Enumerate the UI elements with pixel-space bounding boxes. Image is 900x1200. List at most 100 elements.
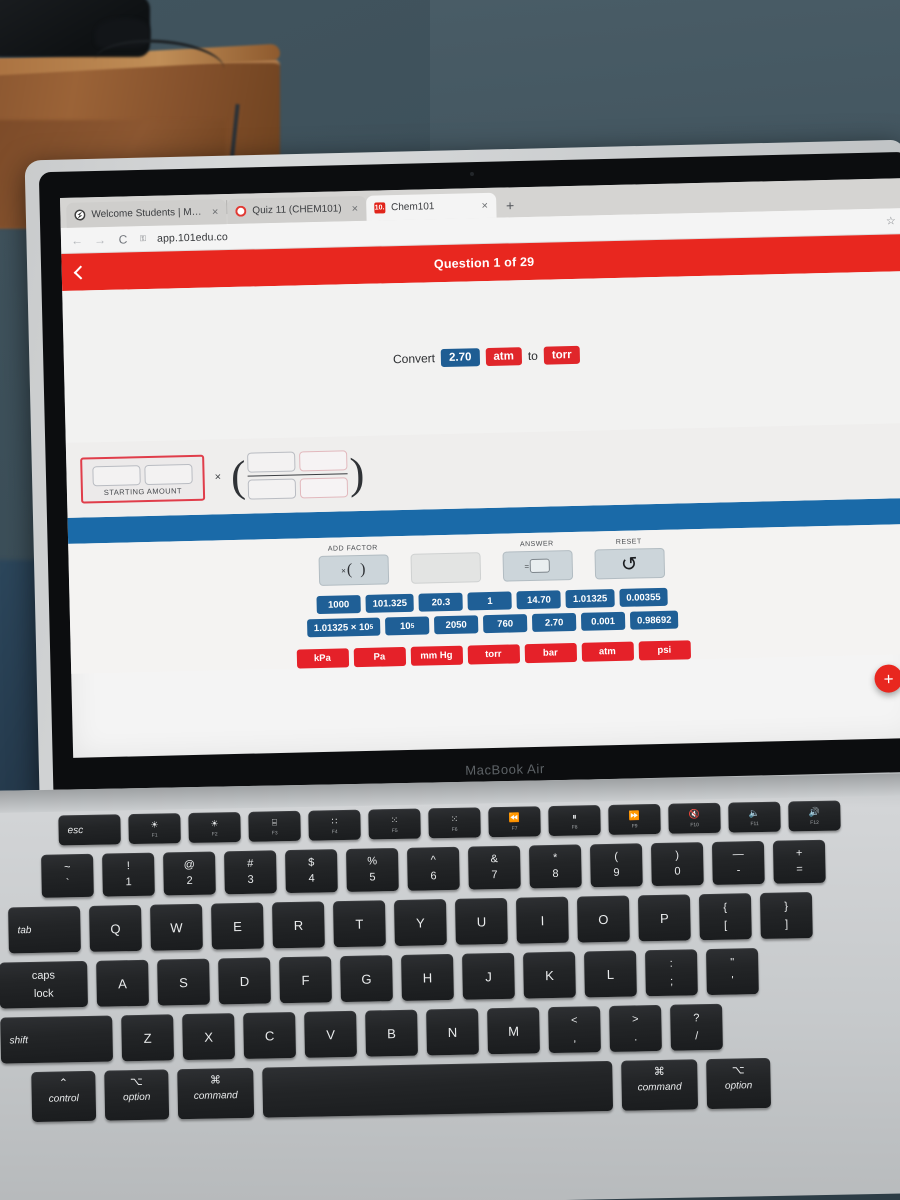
value-tile[interactable]: 0.00355 — [619, 587, 668, 607]
reset-button[interactable]: ↺ — [593, 547, 665, 580]
answer-input-box[interactable] — [529, 558, 551, 574]
key--[interactable]: — - — [711, 840, 765, 885]
key-f8[interactable]: ⏸ F8 — [548, 805, 601, 837]
bookmark-star-icon[interactable]: ☆ — [886, 214, 896, 227]
add-floating-action-button[interactable]: + — [874, 664, 900, 693]
unit-tile[interactable]: kPa — [296, 648, 349, 669]
address-bar[interactable]: app.101edu.co — [157, 231, 228, 245]
key-w[interactable]: W — [150, 903, 203, 951]
key-f11[interactable]: 🔈 F11 — [728, 801, 781, 833]
unit-tile[interactable]: mm Hg — [410, 645, 463, 666]
unit-tile[interactable]: Pa — [353, 646, 406, 668]
reload-icon[interactable]: C — [117, 232, 129, 246]
key-f4[interactable]: ∷ F4 — [308, 809, 361, 841]
key-command[interactable]: ⌘ command — [177, 1067, 255, 1120]
key-s[interactable]: S — [157, 958, 210, 1006]
key-f10[interactable]: 🔇 F10 — [668, 802, 721, 834]
numerator-unit-input[interactable] — [299, 450, 348, 472]
browser-tab-quiz11[interactable]: Quiz 11 (CHEM101) × — [227, 195, 367, 225]
key-caps-lock[interactable]: caps lock — [0, 960, 88, 1009]
key-f6[interactable]: ⁙ F6 — [428, 807, 481, 839]
starting-amount-unit-input[interactable] — [144, 463, 193, 485]
key-v[interactable]: V — [304, 1010, 357, 1058]
key-f1[interactable]: ☀ F1 — [128, 813, 181, 845]
key-i[interactable]: I — [515, 896, 569, 944]
key-command-right[interactable]: ⌘ command — [621, 1059, 699, 1111]
value-tile[interactable]: 1 — [467, 591, 513, 611]
key-c[interactable]: C — [243, 1011, 297, 1059]
answer-button[interactable]: = — [501, 550, 573, 582]
key-shift[interactable]: shift — [0, 1015, 114, 1064]
key-`[interactable]: ~ ` — [41, 853, 94, 898]
key-f2[interactable]: ☀ F2 — [188, 811, 241, 843]
value-tile[interactable]: 2.70 — [531, 612, 577, 632]
key-9[interactable]: (9 — [589, 843, 643, 888]
add-factor-button[interactable]: × ( ) — [318, 554, 389, 587]
key-h[interactable]: H — [401, 953, 454, 1001]
numerator-value-input[interactable] — [247, 451, 296, 473]
key-tab[interactable]: tab — [8, 906, 81, 954]
key-n[interactable]: N — [426, 1008, 479, 1056]
key-2[interactable]: @2 — [163, 851, 216, 896]
value-tile[interactable]: 2050 — [433, 615, 479, 635]
key-4[interactable]: $4 — [285, 849, 338, 894]
key-=[interactable]: + = — [772, 839, 826, 884]
key-b[interactable]: B — [365, 1009, 418, 1057]
starting-amount-group[interactable]: STARTING AMOUNT — [80, 454, 206, 504]
browser-tab-chem101[interactable]: 10. Chem101 × — [365, 192, 497, 221]
key-?-/[interactable]: ? / — [670, 1003, 723, 1051]
close-icon[interactable]: × — [351, 202, 358, 214]
key-k[interactable]: K — [523, 951, 576, 999]
value-tile[interactable]: 10 5 — [384, 616, 430, 636]
value-tile[interactable]: 14.70 — [516, 590, 562, 610]
key->-.[interactable]: >. — [609, 1004, 662, 1052]
key-f9[interactable]: ⏩ F9 — [608, 803, 661, 835]
key-f3[interactable]: ⌸ F3 — [248, 810, 301, 842]
key-}-][interactable]: }] — [759, 892, 813, 940]
key-f5[interactable]: ⁙ F5 — [368, 808, 421, 840]
back-arrow-icon[interactable]: ← — [71, 233, 83, 247]
key-0[interactable]: ) 0 — [650, 842, 704, 887]
key-o[interactable]: O — [576, 895, 630, 943]
key-m[interactable]: M — [487, 1007, 540, 1055]
key-control[interactable]: ⌃ control — [31, 1070, 97, 1123]
key-u[interactable]: U — [454, 897, 508, 945]
key-p[interactable]: P — [637, 894, 691, 942]
key-t[interactable]: T — [333, 900, 386, 948]
key-"-'[interactable]: " ' — [705, 948, 759, 996]
key-6[interactable]: ^ 6 — [406, 846, 460, 891]
key-{-[[interactable]: {[ — [698, 893, 752, 941]
key-<-,[interactable]: <, — [548, 1006, 601, 1054]
key-option[interactable]: ⌥ option — [104, 1069, 170, 1121]
key-5[interactable]: % 5 — [346, 847, 399, 892]
key-a[interactable]: A — [96, 959, 149, 1007]
value-tile[interactable]: 101.325 — [365, 593, 415, 613]
value-tile[interactable]: 1000 — [316, 595, 361, 615]
key-r[interactable]: R — [272, 901, 325, 949]
key-e[interactable]: E — [211, 902, 264, 950]
unit-tile[interactable]: atm — [581, 641, 634, 662]
browser-tab-maricopa[interactable]: Welcome Students | Maricopa × — [66, 199, 227, 228]
key-y[interactable]: Y — [393, 899, 447, 947]
value-tile[interactable]: 20.3 — [418, 592, 464, 612]
key-g[interactable]: G — [340, 955, 393, 1003]
value-tile[interactable]: 0.98692 — [629, 610, 679, 630]
value-tile[interactable]: 760 — [482, 614, 528, 634]
key-q[interactable]: Q — [89, 904, 142, 952]
denominator-unit-input[interactable] — [299, 477, 349, 499]
key-f7[interactable]: ⏪ F7 — [488, 806, 541, 838]
key-7[interactable]: & 7 — [467, 845, 521, 890]
unit-tile[interactable]: bar — [524, 642, 577, 664]
value-tile[interactable]: 1.01325 × 10 5 — [306, 617, 381, 638]
key-3[interactable]: #3 — [224, 850, 277, 895]
blank-slot-button[interactable] — [409, 552, 481, 584]
key-space[interactable] — [262, 1060, 614, 1118]
key-1[interactable]: ! 1 — [102, 852, 155, 897]
value-tile[interactable]: 0.001 — [580, 611, 626, 631]
key-:-;[interactable]: :; — [645, 949, 698, 997]
new-tab-button[interactable]: + — [496, 197, 525, 218]
forward-arrow-icon[interactable]: → — [94, 232, 106, 246]
key-esc[interactable]: esc — [58, 814, 121, 846]
key-f12[interactable]: 🔊 F12 — [788, 800, 841, 832]
value-tile[interactable]: 1.01325 — [565, 589, 615, 609]
